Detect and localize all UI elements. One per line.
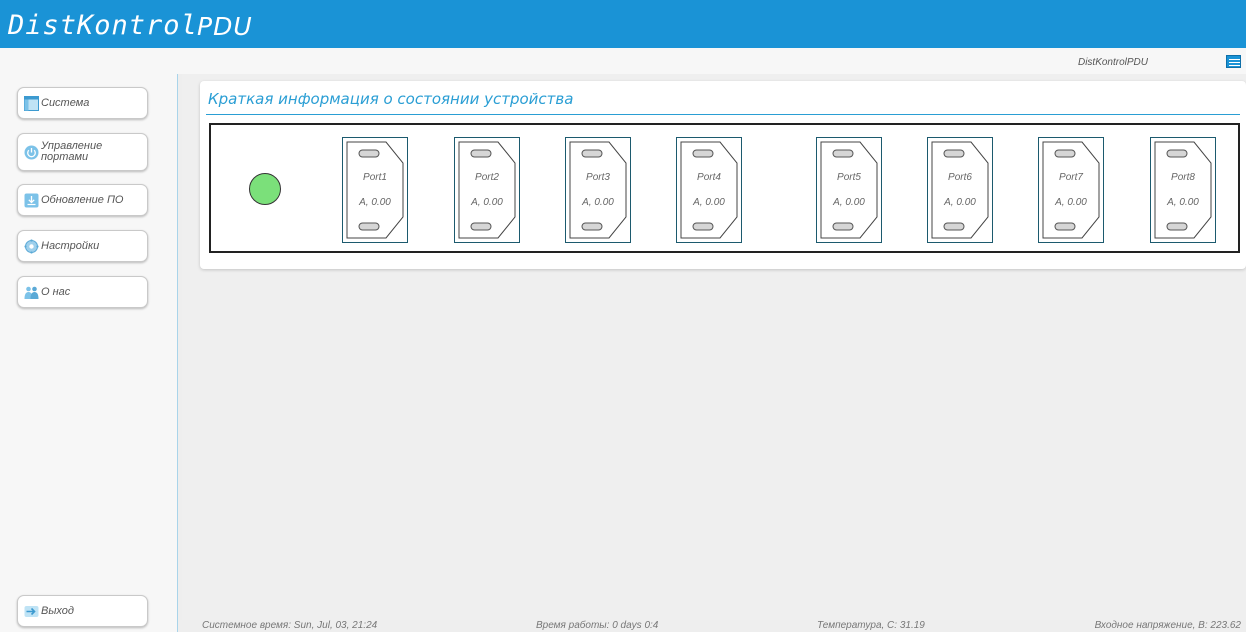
arrow-right-icon — [24, 605, 39, 617]
sidebar-item-ports[interactable]: Управление портами — [17, 133, 148, 171]
logo: DistKontrol — [8, 10, 198, 41]
top-bar: DistKontrolPDU — [0, 48, 1246, 74]
status-indicator — [249, 173, 281, 205]
temperature: Температура, С: 31.19 — [817, 620, 925, 631]
sidebar-item-label: Настройки — [41, 239, 100, 252]
outlet-icon — [820, 141, 878, 239]
gear-icon — [24, 239, 39, 253]
logout-label: Выход — [41, 604, 75, 617]
sidebar-item-update[interactable]: Обновление ПО — [17, 184, 148, 216]
hamburger-icon[interactable] — [1226, 55, 1241, 68]
port-name: Port7 — [1059, 172, 1083, 183]
window-icon — [24, 95, 39, 111]
status-panel: Краткая информация о состоянии устройств… — [200, 81, 1246, 269]
download-icon — [24, 193, 39, 207]
port-current: A, 0.00 — [1167, 197, 1199, 208]
sidebar-item-label: О нас — [41, 285, 71, 298]
port-name: Port2 — [475, 172, 499, 183]
port-outlet-3[interactable]: Port3 A, 0.00 — [565, 137, 631, 243]
port-name: Port1 — [363, 172, 387, 183]
sidebar-item-about[interactable]: О нас — [17, 276, 148, 308]
app-header: DistKontrol PDU — [0, 0, 1246, 48]
sidebar-item-label: Система — [41, 96, 90, 109]
pdu-diagram: Port1 A, 0.00 Port2 A, 0.00 Port3 A, 0.00 Port… — [209, 123, 1240, 253]
port-name: Port8 — [1171, 172, 1195, 183]
logo-subtitle: PDU — [197, 12, 253, 41]
port-name: Port5 — [837, 172, 861, 183]
port-name: Port6 — [948, 172, 972, 183]
outlet-icon — [458, 141, 516, 239]
device-name: DistKontrolPDU — [1077, 57, 1148, 68]
people-icon — [24, 286, 39, 299]
panel-divider — [206, 114, 1240, 115]
port-outlet-2[interactable]: Port2 A, 0.00 — [454, 137, 520, 243]
input-voltage: Входное напряжение, В: 223.62 — [1094, 620, 1241, 631]
port-current: A, 0.00 — [833, 197, 865, 208]
port-outlet-6[interactable]: Port6 A, 0.00 — [927, 137, 993, 243]
port-outlet-7[interactable]: Port7 A, 0.00 — [1038, 137, 1104, 243]
system-time: Системное время: Sun, Jul, 03, 21:24 — [202, 620, 378, 631]
outlet-icon — [931, 141, 989, 239]
sidebar-item-settings[interactable]: Настройки — [17, 230, 148, 262]
outlet-icon — [680, 141, 738, 239]
outlet-icon — [1154, 141, 1212, 239]
port-name: Port3 — [586, 172, 610, 183]
power-icon — [24, 145, 39, 159]
port-current: A, 0.00 — [359, 197, 391, 208]
outlet-icon — [1042, 141, 1100, 239]
sidebar-item-label: Управление портами — [41, 140, 103, 163]
port-current: A, 0.00 — [944, 197, 976, 208]
sidebar-item-system[interactable]: Система — [17, 87, 148, 119]
port-current: A, 0.00 — [471, 197, 503, 208]
port-current: A, 0.00 — [1055, 197, 1087, 208]
port-outlet-5[interactable]: Port5 A, 0.00 — [816, 137, 882, 243]
port-name: Port4 — [697, 172, 721, 183]
outlet-icon — [346, 141, 404, 239]
outlet-icon — [569, 141, 627, 239]
uptime: Время работы: 0 days 0:4 — [536, 620, 659, 631]
port-outlet-8[interactable]: Port8 A, 0.00 — [1150, 137, 1216, 243]
sidebar-item-label: Обновление ПО — [41, 193, 124, 206]
port-current: A, 0.00 — [693, 197, 725, 208]
sidebar: Система Управление портами Обновление ПО — [0, 74, 178, 632]
port-outlet-1[interactable]: Port1 A, 0.00 — [342, 137, 408, 243]
status-footer: Системное время: Sun, Jul, 03, 21:24 Вре… — [182, 620, 1246, 632]
port-outlet-4[interactable]: Port4 A, 0.00 — [676, 137, 742, 243]
port-current: A, 0.00 — [582, 197, 614, 208]
panel-title: Краткая информация о состоянии устройств… — [208, 90, 574, 108]
logout-button[interactable]: Выход — [17, 595, 148, 627]
